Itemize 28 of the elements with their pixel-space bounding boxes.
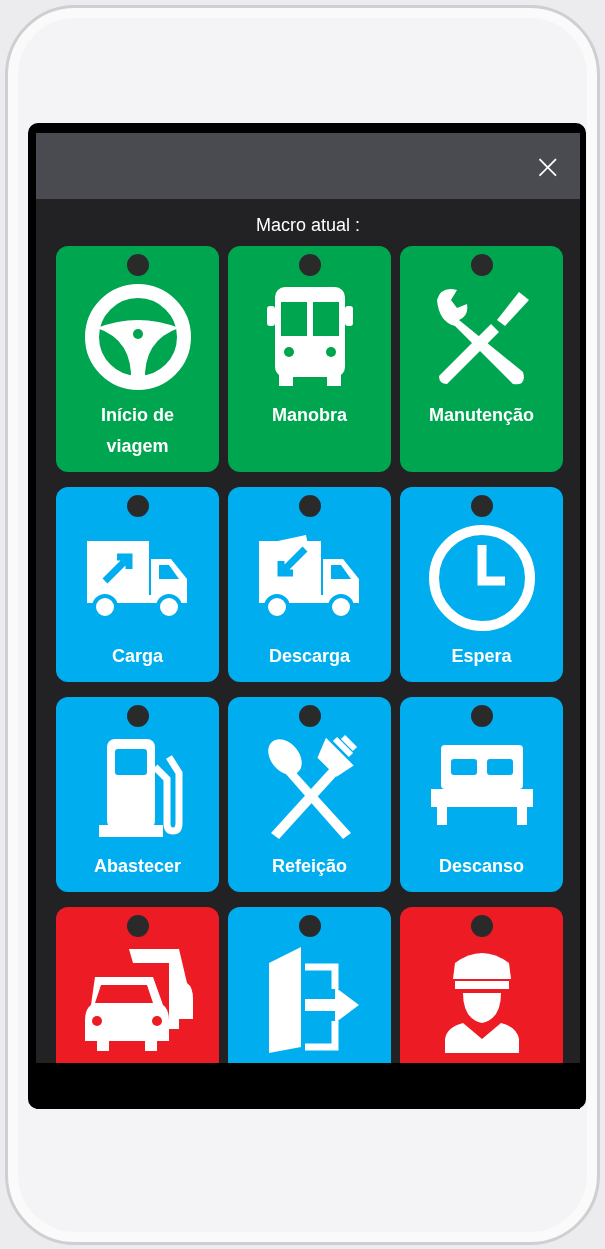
macro-tile[interactable]: Descanso [400,697,563,892]
macro-title: Macro atual : [254,214,361,237]
tile-hole [126,495,149,517]
macro-tile[interactable]: Descarga [228,487,391,682]
tile-hole [470,915,493,937]
macro-tile[interactable]: Início de viagem [56,246,219,472]
tile-hole [126,915,149,937]
tile-hole [298,254,321,276]
tile-hole [470,495,493,517]
tile-hole [298,495,321,517]
tile-hole [126,254,149,276]
macro-tile[interactable]: Refeição [228,697,391,892]
steering-wheel-icon [82,282,193,392]
macro-tile[interactable] [228,907,391,1063]
tile-hole [470,705,493,727]
tile-hole [470,254,493,276]
macro-tile[interactable]: Carga [56,487,219,682]
macro-tile[interactable]: Abastecer [56,697,219,892]
clock-icon [426,523,537,633]
tile-hole [126,705,149,727]
macro-tile[interactable]: Espera [400,487,563,682]
macro-tile[interactable]: Manobra [228,246,391,472]
tile-hole [298,705,321,727]
macro-tile[interactable]: Manutenção [400,246,563,472]
close-button[interactable]: × [533,149,562,183]
macro-tile[interactable] [56,907,219,1063]
macro-tile[interactable] [400,907,563,1063]
tile-hole [298,915,321,937]
